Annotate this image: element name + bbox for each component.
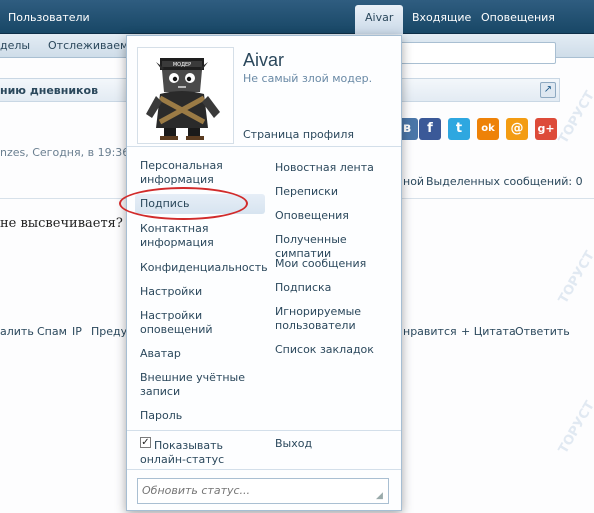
- menu-personal-info[interactable]: Персональная информация: [140, 159, 265, 187]
- post-fragment: ной: [403, 175, 425, 188]
- avatar-caption: МОДЕР: [173, 62, 191, 68]
- divider: [127, 430, 401, 431]
- divider: [127, 469, 401, 470]
- quote-link[interactable]: + Цитата: [461, 325, 516, 338]
- show-online-label[interactable]: Показывать онлайн-статус: [140, 439, 255, 467]
- menu-ignored-users[interactable]: Игнорируемые пользователи: [275, 305, 400, 333]
- avatar[interactable]: МОДЕР: [137, 47, 234, 144]
- post-meta: nzes, Сегодня, в 19:36.: [0, 146, 133, 159]
- user-title: Не самый злой модер.: [243, 72, 373, 85]
- watermark: ТОРУСТ: [555, 398, 594, 457]
- menu-news-feed[interactable]: Новостная лента: [275, 161, 400, 175]
- search-input[interactable]: [398, 42, 556, 64]
- avatar-image: МОДЕР: [146, 58, 220, 140]
- delete-link[interactable]: алить: [0, 325, 34, 338]
- external-link-icon[interactable]: ↗: [540, 82, 556, 98]
- profile-page-link[interactable]: Страница профиля: [243, 128, 354, 141]
- twitter-icon[interactable]: t: [448, 118, 470, 140]
- nav-inbox[interactable]: Входящие: [412, 11, 471, 24]
- menu-subscriptions[interactable]: Подписка: [275, 281, 400, 295]
- menu-settings[interactable]: Настройки: [140, 285, 265, 299]
- googleplus-icon[interactable]: g+: [535, 118, 557, 140]
- nav-users[interactable]: Пользователи: [8, 11, 90, 24]
- facebook-icon[interactable]: f: [419, 118, 441, 140]
- subnav-watched[interactable]: Отслеживаемы: [48, 39, 137, 52]
- like-link[interactable]: нравится: [403, 325, 457, 338]
- spam-link[interactable]: Спам: [37, 325, 67, 338]
- menu-alert-settings[interactable]: Настройки оповещений: [140, 309, 265, 337]
- selected-posts-count[interactable]: Выделенных сообщений: 0: [426, 175, 583, 188]
- reply-link[interactable]: Ответить: [515, 325, 570, 338]
- nav-alerts[interactable]: Оповещения: [481, 11, 555, 24]
- nav-username[interactable]: Aivar: [355, 5, 404, 34]
- ip-link[interactable]: IP: [72, 325, 82, 338]
- watermark: ТОРУСТ: [555, 248, 594, 307]
- menu-my-posts[interactable]: Мои сообщения: [275, 257, 400, 271]
- odnoklassniki-icon[interactable]: ok: [477, 118, 499, 140]
- menu-privacy[interactable]: Конфиденциальность: [140, 261, 268, 275]
- top-navbar: Пользователи Aivar Входящие Оповещения: [0, 0, 594, 34]
- mailru-icon[interactable]: @: [506, 118, 528, 140]
- divider: [127, 146, 401, 147]
- status-update-input[interactable]: [137, 478, 389, 504]
- popup-username[interactable]: Aivar: [243, 50, 284, 71]
- user-menu-popup: МОДЕР Aivar Не самый злой модер. Страниц…: [119, 35, 402, 511]
- highlight-oval: [119, 187, 248, 220]
- post-text: не высвечиваетя?: [0, 216, 123, 231]
- menu-password[interactable]: Пароль: [140, 409, 265, 423]
- subnav-sections[interactable]: делы: [0, 39, 30, 52]
- menu-bookmarks[interactable]: Список закладок: [275, 343, 400, 357]
- logout-link[interactable]: Выход: [275, 437, 400, 451]
- watermark: ТОРУСТ: [555, 88, 594, 147]
- menu-avatar[interactable]: Аватар: [140, 347, 265, 361]
- menu-conversations[interactable]: Переписки: [275, 185, 400, 199]
- resize-grip-icon[interactable]: ◢: [376, 491, 386, 501]
- breadcrumb-item[interactable]: нию дневников: [0, 84, 98, 97]
- menu-contact-info[interactable]: Контактная информация: [140, 222, 265, 250]
- menu-external-accounts[interactable]: Внешние учётные записи: [140, 371, 265, 399]
- menu-alerts[interactable]: Оповещения: [275, 209, 400, 223]
